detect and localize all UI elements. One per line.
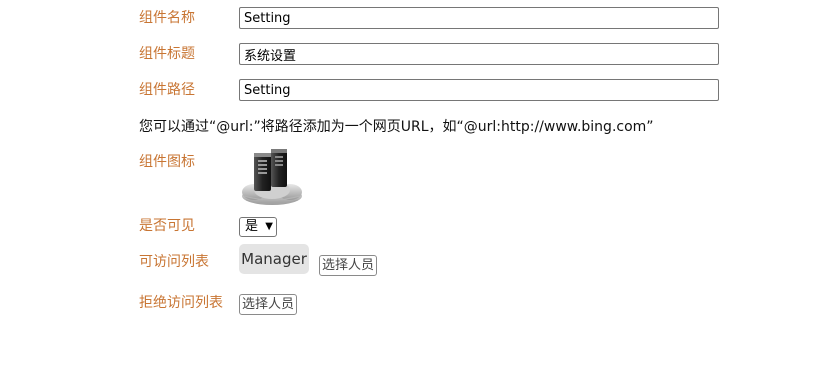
access-user-tag[interactable]: Manager <box>239 244 309 274</box>
visible-label: 是否可见 <box>139 218 195 234</box>
component-name-input[interactable] <box>239 7 719 29</box>
visible-select-value: 是 <box>245 219 259 234</box>
component-title-input[interactable] <box>239 43 719 65</box>
deny-select-users-button[interactable]: 选择人员 <box>239 294 298 315</box>
visible-select[interactable]: 是 ▼ <box>239 217 277 237</box>
chevron-down-icon: ▼ <box>265 221 273 232</box>
path-hint-text: 您可以通过“@url:”将路径添加为一个网页URL，如“@url:http://… <box>139 119 654 135</box>
component-path-label: 组件路径 <box>139 82 195 98</box>
component-path-input[interactable] <box>239 79 719 101</box>
access-list-label: 可访问列表 <box>139 254 209 270</box>
component-icon-label: 组件图标 <box>139 154 195 170</box>
component-settings-form: 组件名称 组件标题 组件路径 您可以通过“@url:”将路径添加为一个网页URL… <box>0 0 826 371</box>
server-icon[interactable] <box>240 146 304 208</box>
access-select-users-button[interactable]: 选择人员 <box>319 255 378 276</box>
component-title-label: 组件标题 <box>139 46 195 62</box>
component-name-label: 组件名称 <box>139 10 195 26</box>
deny-list-label: 拒绝访问列表 <box>139 295 223 311</box>
